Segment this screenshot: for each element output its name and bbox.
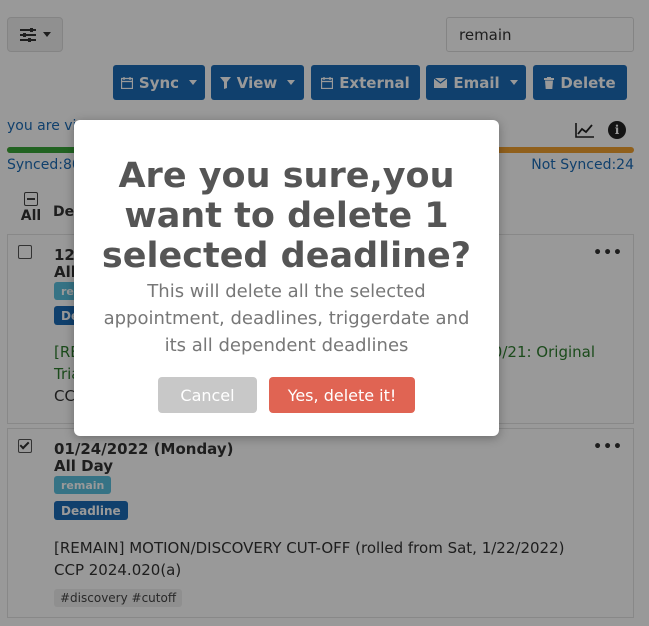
confirm-delete-dialog: Are you sure,you want to delete 1 select… bbox=[74, 120, 499, 436]
dialog-title: Are you sure,you want to delete 1 select… bbox=[101, 156, 472, 276]
cancel-button[interactable]: Cancel bbox=[158, 377, 257, 413]
dialog-message: This will delete all the selected appoin… bbox=[103, 281, 470, 356]
confirm-delete-button[interactable]: Yes, delete it! bbox=[269, 377, 415, 413]
